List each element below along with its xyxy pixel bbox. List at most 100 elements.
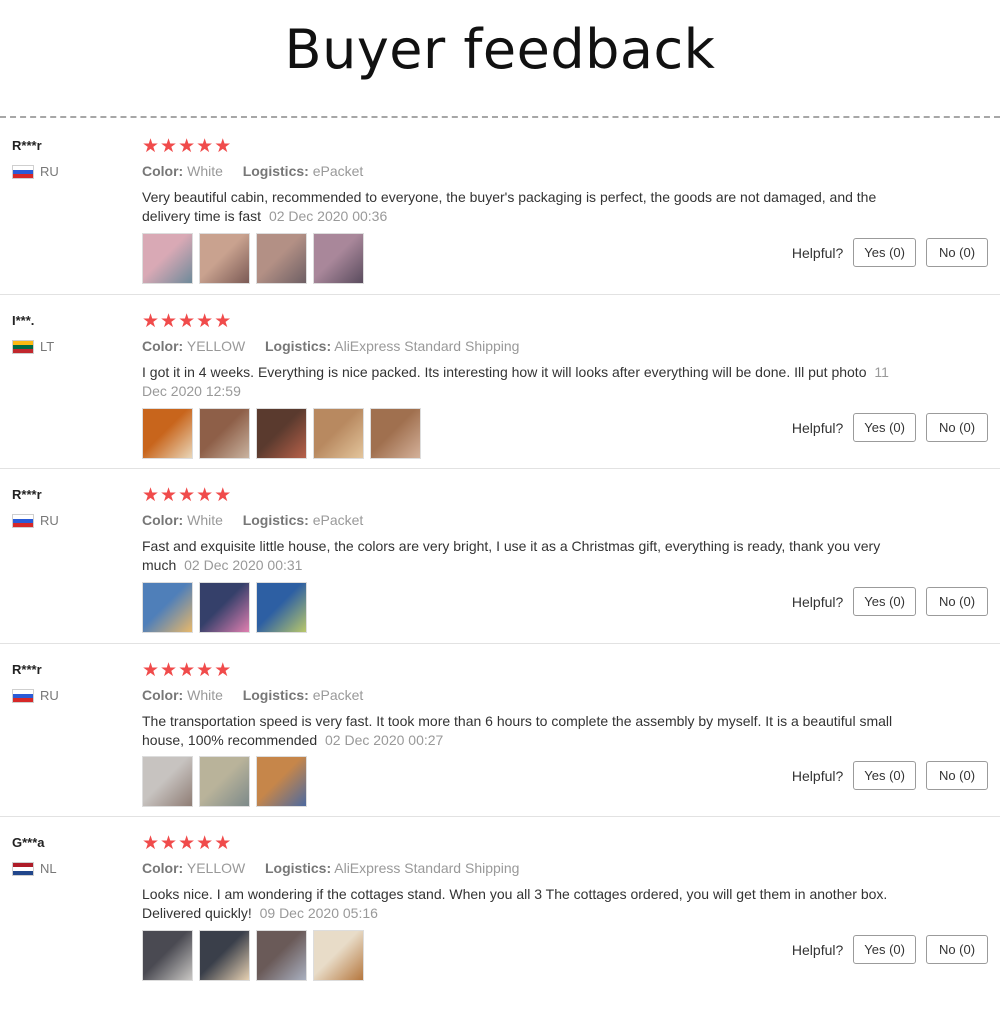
star-icon: ★: [214, 833, 233, 854]
logistics-key: Logistics:: [242, 163, 309, 179]
review-body: I got it in 4 weeks. Everything is nice …: [142, 364, 867, 380]
helpful-no-button[interactable]: No (0): [926, 587, 988, 616]
color-key: Color:: [142, 338, 184, 354]
review-body: Looks nice. I am wondering if the cottag…: [142, 886, 888, 921]
review-photo-thumbnail[interactable]: [142, 582, 193, 633]
helpful-yes-button[interactable]: Yes (0): [853, 238, 916, 267]
star-icon: ★: [178, 485, 197, 506]
star-icon: ★: [160, 485, 179, 506]
star-icon: ★: [196, 833, 215, 854]
star-icon: ★: [142, 485, 161, 506]
star-icon: ★: [214, 660, 233, 681]
review-body: Very beautiful cabin, recommended to eve…: [142, 189, 877, 224]
review-photos: [142, 408, 421, 459]
helpful-vote: Helpful? Yes (0) No (0): [792, 413, 988, 442]
review-photo-thumbnail[interactable]: [313, 930, 364, 981]
review-photo-thumbnail[interactable]: [199, 582, 250, 633]
star-rating: ★★★★★: [142, 311, 232, 333]
review-date: 02 Dec 2020 00:31: [184, 557, 303, 573]
logistics-key: Logistics:: [265, 860, 332, 876]
country-flag-icon: [12, 164, 34, 179]
helpful-no-button[interactable]: No (0): [926, 238, 988, 267]
order-attributes: Color: YELLOW Logistics: AliExpress Stan…: [142, 860, 519, 876]
logistics-value: ePacket: [312, 163, 364, 179]
star-icon: ★: [196, 485, 215, 506]
review-photo-thumbnail[interactable]: [199, 756, 250, 807]
star-icon: ★: [160, 136, 179, 157]
review-photo-thumbnail[interactable]: [370, 408, 421, 459]
helpful-no-button[interactable]: No (0): [926, 761, 988, 790]
color-value: White: [187, 163, 223, 179]
review-photo-thumbnail[interactable]: [142, 233, 193, 284]
star-icon: ★: [142, 311, 161, 332]
star-icon: ★: [196, 136, 215, 157]
review-photo-thumbnail[interactable]: [142, 408, 193, 459]
star-icon: ★: [214, 311, 233, 332]
country-flag-icon: [12, 861, 34, 876]
helpful-no-button[interactable]: No (0): [926, 413, 988, 442]
star-icon: ★: [160, 833, 179, 854]
star-icon: ★: [160, 660, 179, 681]
review-photo-thumbnail[interactable]: [142, 756, 193, 807]
review-text: Fast and exquisite little house, the col…: [142, 537, 902, 575]
star-icon: ★: [142, 660, 161, 681]
buyer-name: R***r: [12, 662, 42, 677]
color-value: White: [187, 512, 223, 528]
review-text: Very beautiful cabin, recommended to eve…: [142, 188, 902, 226]
star-icon: ★: [196, 660, 215, 681]
color-value: YELLOW: [186, 860, 246, 876]
star-rating: ★★★★★: [142, 485, 232, 507]
review-photo-thumbnail[interactable]: [256, 756, 307, 807]
review-text: Looks nice. I am wondering if the cottag…: [142, 885, 902, 923]
review-photo-thumbnail[interactable]: [313, 408, 364, 459]
logistics-value: AliExpress Standard Shipping: [334, 338, 520, 354]
buyer-country: RU: [12, 688, 59, 703]
review-text: I got it in 4 weeks. Everything is nice …: [142, 363, 902, 401]
logistics-key: Logistics:: [242, 512, 309, 528]
page-title: Buyer feedback: [284, 18, 716, 81]
review-photo-thumbnail[interactable]: [199, 408, 250, 459]
buyer-name: G***a: [12, 835, 45, 850]
helpful-label: Helpful?: [791, 593, 844, 610]
review-photo-thumbnail[interactable]: [313, 233, 364, 284]
country-code: RU: [40, 164, 59, 179]
review-photo-thumbnail[interactable]: [256, 233, 307, 284]
helpful-vote: Helpful? Yes (0) No (0): [792, 587, 988, 616]
review-photo-thumbnail[interactable]: [256, 582, 307, 633]
review-photos: [142, 233, 364, 284]
star-icon: ★: [178, 660, 197, 681]
color-value: YELLOW: [186, 338, 246, 354]
buyer-country: RU: [12, 513, 59, 528]
star-icon: ★: [196, 311, 215, 332]
review-photos: [142, 756, 307, 807]
review-photo-thumbnail[interactable]: [199, 930, 250, 981]
review-item: R***r RU ★★★★★ Color: White Logistics: e…: [0, 469, 1000, 644]
review-photo-thumbnail[interactable]: [199, 233, 250, 284]
review-item: R***r RU ★★★★★ Color: White Logistics: e…: [0, 644, 1000, 817]
review-date: 09 Dec 2020 05:16: [259, 905, 378, 921]
order-attributes: Color: White Logistics: ePacket: [142, 163, 363, 179]
review-item: R***r RU ★★★★★ Color: White Logistics: e…: [0, 120, 1000, 295]
star-icon: ★: [214, 136, 233, 157]
star-icon: ★: [142, 833, 161, 854]
helpful-label: Helpful?: [791, 419, 844, 436]
star-rating: ★★★★★: [142, 833, 232, 855]
review-photo-thumbnail[interactable]: [256, 930, 307, 981]
country-code: LT: [40, 339, 55, 354]
helpful-no-button[interactable]: No (0): [926, 935, 988, 964]
helpful-vote: Helpful? Yes (0) No (0): [792, 238, 988, 267]
helpful-yes-button[interactable]: Yes (0): [853, 761, 916, 790]
review-photo-thumbnail[interactable]: [256, 408, 307, 459]
logistics-key: Logistics:: [242, 687, 309, 703]
helpful-yes-button[interactable]: Yes (0): [853, 935, 916, 964]
review-item: I***. LT ★★★★★ Color: YELLOW Logistics: …: [0, 295, 1000, 469]
country-flag-icon: [12, 339, 34, 354]
order-attributes: Color: White Logistics: ePacket: [142, 512, 363, 528]
helpful-yes-button[interactable]: Yes (0): [853, 587, 916, 616]
review-photo-thumbnail[interactable]: [142, 930, 193, 981]
star-icon: ★: [214, 485, 233, 506]
color-key: Color:: [142, 512, 184, 528]
color-key: Color:: [142, 860, 184, 876]
star-rating: ★★★★★: [142, 136, 232, 158]
helpful-yes-button[interactable]: Yes (0): [853, 413, 916, 442]
